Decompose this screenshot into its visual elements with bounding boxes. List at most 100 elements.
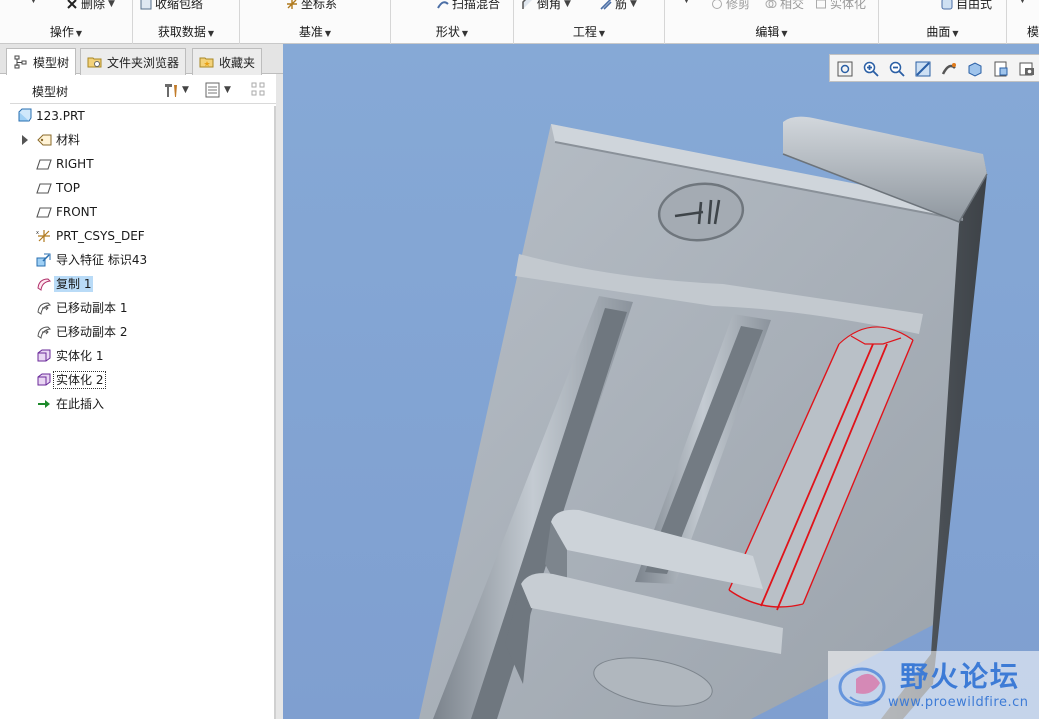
favorites-icon [199,57,214,68]
group-label-shapes[interactable]: 形状 ▼ [391,23,513,40]
freestyle-button[interactable]: 自由式 [941,0,992,12]
group-label-editing[interactable]: 编辑 ▼ [665,23,878,40]
moved-copy-icon [37,326,52,339]
refit-icon[interactable] [836,60,854,78]
solidify-icon [816,0,826,8]
coordinate-system-button[interactable]: 坐标系 [286,0,337,12]
saved-views-icon[interactable] [992,60,1010,78]
tree-item-label: 导入特征 标识43 [56,253,148,267]
part-3d-model[interactable] [283,44,1039,719]
tree-item-label: 实体化 1 [56,349,104,363]
tree-item[interactable]: 复制 1 [10,274,270,294]
tab-folder-browser[interactable]: 文件夹浏览器 [80,48,187,75]
panel-splitter[interactable] [276,74,283,719]
spin-center-icon[interactable] [940,60,958,78]
model-tree-title: 模型树 [32,85,69,99]
zoom-out-icon[interactable] [888,60,906,78]
ribbon-group-engineering: 倒角 ▼ 筋 ▼ 工程 ▼ [514,0,665,44]
tree-settings-button[interactable]: ▼ [162,80,189,100]
chevron-down-icon: ▼ [30,0,37,5]
rib-button[interactable]: 筋 ▼ [600,0,637,12]
chamfer-icon [522,0,532,9]
show-columns-button[interactable]: ▼ [204,80,231,100]
tree-item[interactable]: x PRT_CSYS_DEF [10,226,270,246]
chevron-down-icon: ▼ [224,85,231,95]
view-manager-icon[interactable] [1018,60,1036,78]
tree-item[interactable]: 实体化 1 [10,346,270,366]
shrinkwrap-button[interactable]: 收缩包络 [140,0,203,12]
model-tree-header: 模型树 ▼ ▼ [10,76,276,104]
navigator-tabs: 模型树 文件夹浏览器 收藏夹 [0,44,283,75]
rib-icon [600,0,612,10]
folder-browser-icon [87,57,102,68]
tools-hammer-icon [165,84,177,97]
intersect-icon [765,0,777,8]
tree-item-label: 复制 1 [54,276,94,292]
ribbon: 删除 ▼ ▼ 操作 ▼ 收缩包络 获取数据 ▼ 坐标系 基准 ▼ 扫描混合 形状… [0,0,1039,44]
chevron-down-icon: ▼ [598,29,606,38]
tree-item[interactable]: 已移动副本 2 [10,322,270,342]
intersect-button[interactable]: 相交 [765,0,804,12]
chamfer-button[interactable]: 倒角 ▼ [522,0,571,12]
group-label-engineering[interactable]: 工程 ▼ [514,23,664,40]
graphics-viewport[interactable]: 野火论坛 www.proewildfire.cn [283,44,1039,719]
chevron-down-icon: ▼ [182,85,189,95]
datum-plane-icon [36,207,52,218]
zoom-in-icon[interactable] [862,60,880,78]
trim-icon [712,0,722,9]
edit-more-arrow[interactable]: ▼ [683,0,690,5]
display-style-icon[interactable] [966,60,984,78]
chevron-down-icon: ▼ [324,29,332,38]
group-label-operations[interactable]: 操作 ▼ [0,23,132,40]
group-label-get-data[interactable]: 获取数据 ▼ [133,23,239,40]
svg-text:x: x [36,230,39,236]
solidify-feature-icon [37,373,51,386]
freestyle-icon [941,0,953,9]
chevron-down-icon: ▼ [952,29,959,38]
ribbon-group-surfaces: 自由式 曲面 ▼ [879,0,1007,44]
tree-item[interactable]: 材料 [10,130,270,150]
tree-item-label: 已移动副本 2 [56,325,128,339]
trim-button[interactable]: 修剪 [711,0,750,12]
insert-here-arrow-icon [38,400,50,408]
coordinate-system-icon [287,0,297,9]
tree-filter-button[interactable] [250,80,268,100]
tab-model-tree[interactable]: 模型树 [6,48,77,75]
tree-item[interactable]: RIGHT [10,154,270,174]
model-tree: 123.PRT 材料 RIGHT TOP FRONT x PRT_CSYS_DEF 导入特征 … [10,106,276,719]
model-tree-icon [14,55,27,69]
ribbon-group-operations: 删除 ▼ ▼ 操作 ▼ [0,0,133,44]
tree-item-label: 在此插入 [56,397,105,411]
tree-item-label: 已移动副本 1 [56,301,128,315]
group-label-datum[interactable]: 基准 ▼ [240,23,390,40]
shrinkwrap-icon [140,0,152,9]
model-intent-more-arrow[interactable]: ▼ [1019,0,1026,5]
chevron-down-icon: ▼ [683,0,690,5]
chevron-down-icon: ▼ [108,0,115,9]
watermark-title: 野火论坛 [900,660,1021,693]
repaint-icon[interactable] [914,60,932,78]
chevron-down-icon: ▼ [461,29,469,38]
group-label-model-intent[interactable]: 模 [1027,23,1039,40]
tree-filter-icon [251,82,265,96]
tree-item[interactable]: 在此插入 [10,394,270,414]
datum-plane-icon [36,183,52,194]
tree-item[interactable]: FRONT [10,202,270,222]
ribbon-group-model-intent: ▼ 模 [1007,0,1039,44]
tree-item[interactable]: 导入特征 标识43 [10,250,270,270]
ribbon-group-datum: 坐标系 基准 ▼ [240,0,391,44]
delete-button[interactable]: 删除 ▼ [66,0,115,12]
tree-item[interactable]: 已移动副本 1 [10,298,270,318]
operations-more-arrow[interactable]: ▼ [30,0,37,5]
tree-item[interactable]: TOP [10,178,270,198]
tree-item[interactable]: 123.PRT [10,106,270,126]
solidify-button[interactable]: 实体化 [815,0,866,12]
list-columns-icon [205,82,220,98]
tab-favorites[interactable]: 收藏夹 [192,48,263,75]
chevron-down-icon: ▼ [1019,0,1026,5]
datum-plane-icon [36,159,52,170]
expand-triangle-icon[interactable] [22,135,28,145]
tree-item[interactable]: 实体化 2 [10,370,270,390]
swept-blend-button[interactable]: 扫描混合 [437,0,500,12]
group-label-surfaces[interactable]: 曲面 ▼ [879,23,1006,40]
